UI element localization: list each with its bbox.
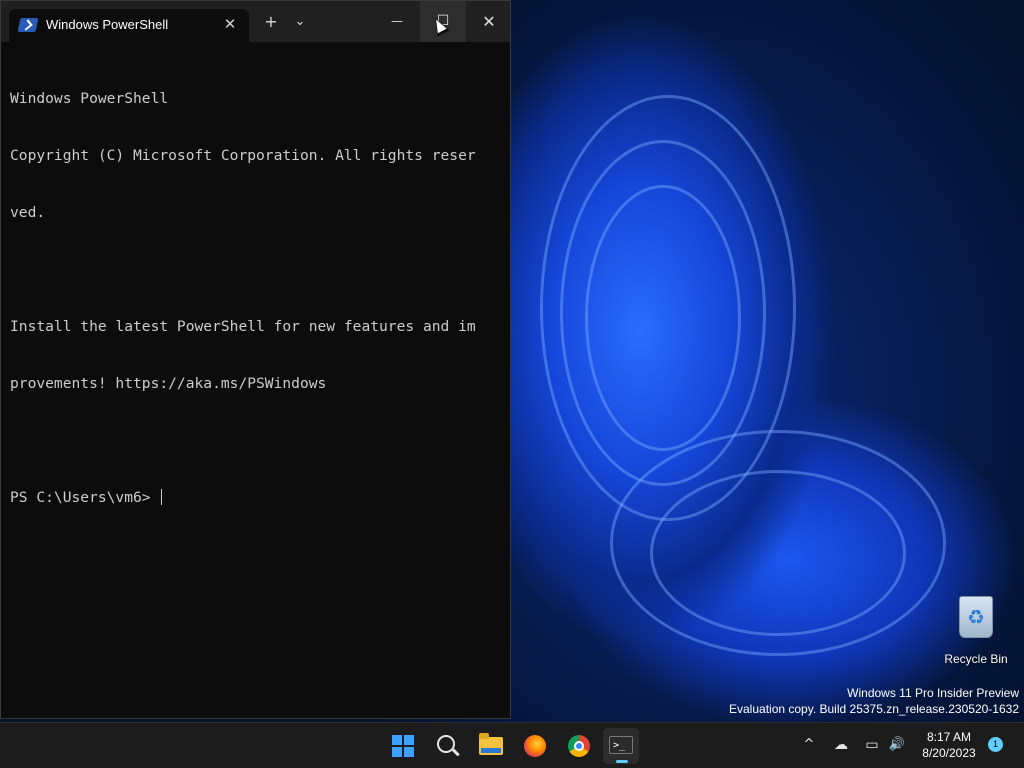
wallpaper-petal <box>585 185 741 451</box>
firefox-button[interactable] <box>517 728 553 764</box>
show-hidden-icons-button[interactable]: ^ <box>799 735 819 755</box>
recycle-bin[interactable]: Recycle Bin <box>936 596 1016 666</box>
onedrive-cloud-icon[interactable]: ☁ <box>831 735 851 755</box>
minimize-button[interactable]: — <box>374 1 420 42</box>
volume-icon[interactable]: 🔊 <box>887 735 907 755</box>
windows-logo-icon <box>392 735 414 757</box>
clock-time: 8:17 AM <box>926 730 972 744</box>
watermark-line: Windows 11 Pro Insider Preview <box>847 686 1019 700</box>
terminal-icon: >_ <box>609 736 633 754</box>
notification-badge[interactable]: 1 <box>988 737 1003 752</box>
terminal-output[interactable]: Windows PowerShell Copyright (C) Microso… <box>10 51 505 545</box>
watermark-line: Evaluation copy. Build 25375.zn_release.… <box>729 702 1019 716</box>
recycle-bin-label: Recycle Bin <box>944 652 1008 666</box>
taskbar: >_ ^ ☁ ▭ 🔊 8:17 AM 8/20/2023 1 <box>0 722 1024 768</box>
prompt-line[interactable]: PS C:\Users\vm6> <box>10 488 505 507</box>
network-icon[interactable]: ▭ <box>862 735 882 755</box>
windows-watermark: Windows 11 Pro Insider Preview Evaluatio… <box>729 685 1019 717</box>
chrome-button[interactable] <box>561 728 597 764</box>
folder-icon <box>479 733 503 755</box>
clock[interactable]: 8:17 AM 8/20/2023 <box>916 729 982 761</box>
search-button[interactable] <box>429 728 465 764</box>
search-icon <box>437 735 455 753</box>
wallpaper-petal <box>650 470 906 636</box>
terminal-window[interactable]: Windows PowerShell ✕ + ⌄ — ☐ ✕ Windows P… <box>0 0 511 719</box>
new-tab-button[interactable]: + <box>259 9 283 35</box>
file-explorer-button[interactable] <box>473 728 509 764</box>
active-indicator <box>616 760 628 763</box>
terminal-line: Install the latest PowerShell for new fe… <box>10 318 476 335</box>
clock-date: 8/20/2023 <box>922 746 976 760</box>
text-cursor <box>161 489 163 505</box>
tab-close-button[interactable]: ✕ <box>221 15 239 33</box>
chrome-icon <box>568 735 590 757</box>
start-button[interactable] <box>385 728 421 764</box>
recycle-bin-icon <box>959 596 993 638</box>
close-button[interactable]: ✕ <box>466 1 512 42</box>
tab-dropdown-button[interactable]: ⌄ <box>289 9 311 35</box>
tab-title: Windows PowerShell <box>46 17 169 32</box>
tab-windows-powershell[interactable]: Windows PowerShell ✕ <box>9 9 249 42</box>
terminal-line: provements! https://aka.ms/PSWindows <box>10 375 327 392</box>
terminal-line: ved. <box>10 204 46 221</box>
firefox-icon <box>524 735 546 757</box>
prompt-text: PS C:\Users\vm6> <box>10 489 160 506</box>
powershell-icon <box>17 18 39 32</box>
terminal-line: Windows PowerShell <box>10 90 169 107</box>
terminal-line: Copyright (C) Microsoft Corporation. All… <box>10 147 476 164</box>
terminal-button[interactable]: >_ <box>603 728 639 764</box>
